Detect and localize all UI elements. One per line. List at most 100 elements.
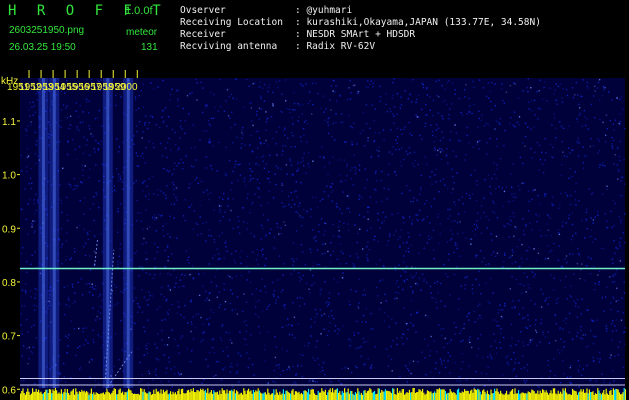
signal-bar-segment: [48, 389, 50, 400]
noise-dot: [301, 225, 303, 227]
noise-dot: [614, 325, 616, 327]
noise-dot: [323, 234, 325, 236]
noise-dot: [442, 118, 444, 120]
noise-dot: [370, 227, 372, 229]
noise-dot: [325, 222, 327, 225]
noise-dot: [504, 129, 506, 132]
noise-dot: [502, 99, 504, 102]
vertical-band-core: [126, 78, 130, 388]
noise-dot: [416, 312, 418, 314]
noise-dot: [399, 376, 401, 378]
info-value-receiver: : NESDR SMArt + HDSDR: [295, 29, 415, 40]
noise-dot: [619, 341, 621, 343]
noise-dot: [586, 364, 588, 367]
noise-dot: [281, 154, 283, 156]
noise-dot: [163, 354, 166, 356]
noise-dot: [312, 229, 314, 231]
noise-dot: [228, 159, 231, 162]
noise-dot: [520, 331, 522, 333]
noise-dot: [596, 211, 599, 213]
noise-dot: [241, 129, 243, 131]
noise-dot: [560, 266, 563, 268]
noise-dot: [424, 156, 427, 158]
noise-dot: [272, 197, 275, 199]
noise-dot: [476, 254, 478, 257]
signal-bar-segment: [538, 394, 540, 400]
noise-dot: [415, 98, 418, 101]
noise-dot: [284, 205, 287, 208]
noise-dot: [486, 153, 488, 155]
noise-dot: [405, 323, 408, 325]
noise-dot: [569, 376, 572, 378]
x-tick-label: 2000: [115, 82, 138, 93]
noise-dot: [291, 199, 294, 201]
noise-dot: [168, 336, 170, 339]
noise-dot: [174, 286, 176, 288]
noise-dot: [297, 167, 300, 169]
noise-dot: [503, 261, 505, 263]
noise-dot: [526, 369, 529, 372]
noise-dot: [367, 211, 369, 213]
noise-dot: [364, 187, 366, 189]
noise-dot: [399, 107, 402, 109]
noise-dot: [34, 230, 36, 232]
noise-dot: [341, 212, 343, 215]
noise-dot: [606, 330, 608, 332]
signal-bar-segment: [425, 393, 427, 400]
noise-dot: [503, 336, 505, 339]
noise-dot: [349, 79, 351, 82]
noise-dot: [220, 339, 223, 342]
noise-dot: [406, 338, 408, 340]
noise-dot: [187, 322, 189, 324]
noise-dot: [164, 147, 167, 149]
signal-bar-segment: [131, 393, 133, 400]
noise-dot: [539, 202, 541, 205]
noise-dot: [503, 102, 506, 104]
noise-dot: [145, 272, 148, 274]
signal-bar-segment: [458, 388, 460, 400]
noise-dot: [33, 202, 35, 205]
noise-dot: [211, 346, 214, 349]
noise-dot: [168, 137, 170, 140]
noise-dot: [372, 82, 375, 85]
noise-dot: [350, 125, 352, 128]
noise-dot: [240, 147, 242, 149]
noise-dot: [598, 361, 600, 363]
noise-dot: [284, 134, 286, 136]
noise-dot: [325, 387, 327, 389]
noise-dot: [405, 266, 408, 268]
noise-dot: [282, 274, 284, 276]
noise-dot: [569, 366, 571, 369]
noise-dot: [518, 239, 521, 241]
signal-bar-segment: [56, 390, 58, 400]
noise-dot: [60, 379, 62, 382]
noise-dot: [435, 80, 437, 82]
noise-dot: [610, 354, 612, 356]
noise-dot: [337, 328, 339, 330]
noise-dot: [67, 337, 69, 339]
noise-dot: [616, 287, 618, 289]
noise-dot: [167, 171, 170, 173]
signal-bar-segment: [237, 391, 239, 400]
noise-dot: [166, 344, 169, 346]
noise-dot: [584, 124, 587, 127]
noise-dot: [245, 339, 247, 341]
noise-dot: [170, 368, 172, 370]
noise-dot: [275, 165, 277, 167]
noise-dot: [343, 159, 345, 161]
noise-dot: [61, 263, 63, 265]
noise-dot: [310, 326, 313, 328]
signal-bar-segment: [215, 392, 217, 400]
noise-dot: [577, 306, 580, 308]
noise-dot: [65, 387, 67, 389]
noise-dot: [586, 118, 588, 120]
noise-dot: [330, 381, 332, 383]
signal-bar-segment: [248, 388, 250, 400]
noise-dot: [466, 276, 468, 278]
noise-dot: [491, 82, 493, 84]
noise-dot: [566, 88, 568, 91]
noise-dot: [620, 220, 622, 223]
noise-dot: [314, 381, 316, 383]
noise-dot: [302, 354, 304, 356]
signal-bar-segment: [113, 388, 115, 400]
